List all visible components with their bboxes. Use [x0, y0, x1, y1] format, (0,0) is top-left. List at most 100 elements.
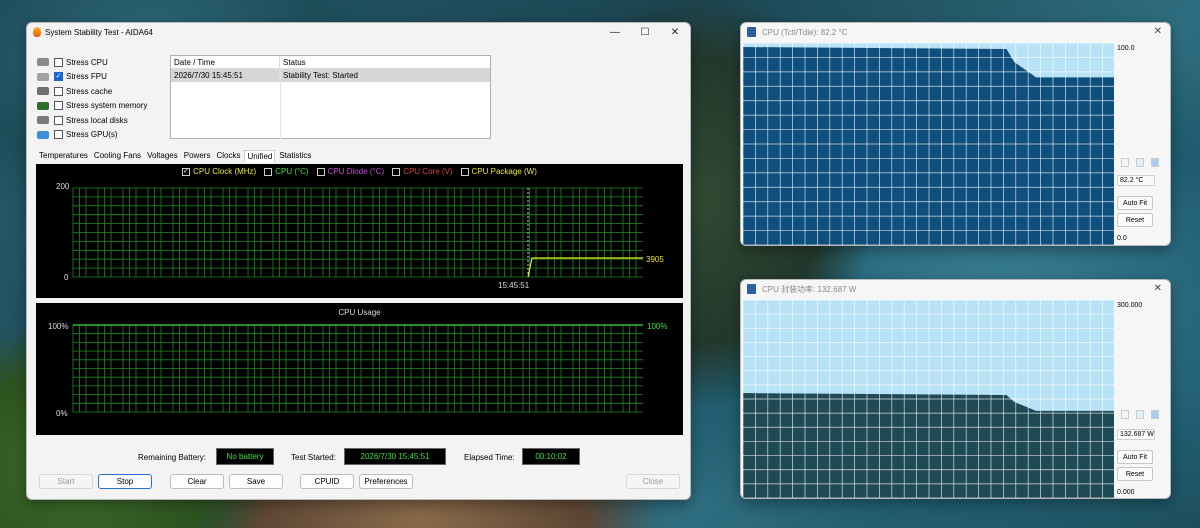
legend-cpu-temp[interactable]: CPU (°C) — [264, 167, 309, 176]
tab-cooling-fans[interactable]: Cooling Fans — [92, 150, 143, 162]
legend-cpu-clock[interactable]: ✓ CPU Clock (MHz) — [182, 167, 256, 176]
maximize-button[interactable]: ☐ — [630, 23, 660, 41]
power-current-value: 132.687 W — [1117, 429, 1155, 440]
log-header: Date / Time Status — [171, 56, 490, 69]
tab-voltages[interactable]: Voltages — [145, 150, 180, 162]
stress-fpu-label: Stress FPU — [66, 72, 107, 82]
clear-button[interactable]: Clear — [170, 474, 224, 489]
cpu-temperature-window: CPU (Tctl/Tdie): 82.2 °C ✕ 100.0 82.2 °C… — [740, 22, 1171, 246]
start-button[interactable]: Start — [39, 474, 93, 489]
elapsed-time-label: Elapsed Time: — [464, 453, 515, 462]
stress-memory-option[interactable]: Stress system memory — [37, 99, 147, 114]
close-button[interactable]: Close — [626, 474, 680, 489]
stress-memory-checkbox[interactable] — [54, 101, 63, 111]
window-title: System Stability Test - AIDA64 — [45, 27, 153, 37]
temp-reset-button[interactable]: Reset — [1117, 213, 1153, 227]
stress-options: Stress CPU ✓ Stress FPU Stress cache Str… — [37, 55, 147, 142]
cpu-clock-line — [527, 257, 643, 278]
stress-gpu-option[interactable]: Stress GPU(s) — [37, 128, 147, 143]
y-min-label: 0 — [64, 273, 69, 282]
col-datetime-header[interactable]: Date / Time — [171, 56, 280, 68]
legend-checkbox[interactable] — [460, 167, 469, 176]
save-button[interactable]: Save — [229, 474, 283, 489]
log-column-divider — [280, 69, 281, 139]
swatch-light[interactable] — [1136, 158, 1144, 167]
status-bar: Remaining Battery: No battery Test Start… — [27, 448, 690, 468]
power-title-bar[interactable]: CPU 封装功率: 132.687 W ✕ — [741, 280, 1170, 298]
legend-label: CPU Package (W) — [471, 167, 537, 176]
legend-checkbox[interactable] — [264, 167, 273, 176]
tab-temperatures[interactable]: Temperatures — [37, 150, 90, 162]
temp-window-title: CPU (Tctl/Tdie): 82.2 °C — [762, 27, 848, 37]
temp-auto-fit-button[interactable]: Auto Fit — [1117, 196, 1153, 210]
gpu-icon — [37, 130, 49, 139]
legend-label: CPU Diode (°C) — [327, 167, 385, 176]
unified-graph-canvas — [72, 187, 643, 278]
swatch-white[interactable] — [1121, 410, 1129, 419]
minimize-button[interactable]: — — [600, 23, 630, 41]
stress-fpu-option[interactable]: ✓ Stress FPU — [37, 70, 147, 85]
power-reset-button[interactable]: Reset — [1117, 467, 1153, 481]
tab-unified[interactable]: Unified — [244, 150, 276, 162]
legend-cpu-package[interactable]: CPU Package (W) — [460, 167, 537, 176]
temp-bottom-value: 0.0 — [1117, 235, 1127, 242]
stress-disks-checkbox[interactable] — [54, 115, 63, 125]
usage-current-value: 100% — [647, 322, 668, 331]
cpu-usage-canvas — [72, 324, 643, 413]
temp-title-bar[interactable]: CPU (Tctl/Tdie): 82.2 °C ✕ — [741, 23, 1170, 41]
stability-test-window: System Stability Test - AIDA64 — ☐ ✕ Str… — [26, 22, 691, 500]
col-status-header[interactable]: Status — [280, 56, 490, 68]
tab-statistics[interactable]: Statistics — [277, 150, 313, 162]
cache-icon — [37, 87, 49, 96]
close-icon[interactable]: ✕ — [1154, 26, 1162, 37]
stress-disks-option[interactable]: Stress local disks — [37, 113, 147, 128]
stress-gpu-checkbox[interactable] — [54, 130, 63, 140]
stress-cache-option[interactable]: Stress cache — [37, 84, 147, 99]
graph-tabs: Temperatures Cooling Fans Voltages Power… — [37, 150, 315, 162]
stress-cpu-option[interactable]: Stress CPU — [37, 55, 147, 70]
log-status: Stability Test: Started — [283, 71, 358, 80]
fpu-icon — [37, 72, 49, 81]
log-datetime: 2026/7/30 15:45:51 — [171, 69, 280, 82]
tab-clocks[interactable]: Clocks — [214, 150, 242, 162]
swatch-blue[interactable] — [1151, 158, 1159, 167]
stress-cpu-checkbox[interactable] — [54, 57, 63, 67]
event-log[interactable]: Date / Time Status 2026/7/30 15:45:51 St… — [170, 55, 491, 139]
hwinfo-icon — [747, 27, 756, 37]
preferences-button[interactable]: Preferences — [359, 474, 413, 489]
swatch-light[interactable] — [1136, 410, 1144, 419]
swatch-blue[interactable] — [1151, 410, 1159, 419]
stress-cache-label: Stress cache — [66, 86, 113, 96]
battery-label: Remaining Battery: — [138, 453, 207, 462]
elapsed-time-value: 00:10:02 — [522, 448, 580, 465]
stress-cpu-label: Stress CPU — [66, 57, 108, 67]
log-row[interactable]: 2026/7/30 15:45:51 Stability Test: Start… — [171, 69, 490, 82]
close-icon[interactable]: ✕ — [1154, 283, 1162, 294]
legend-checkbox[interactable] — [392, 167, 401, 176]
stress-cache-checkbox[interactable] — [54, 86, 63, 96]
stop-button[interactable]: Stop — [98, 474, 152, 489]
legend-checkbox[interactable]: ✓ — [182, 167, 191, 176]
legend-cpu-core[interactable]: CPU Core (V) — [392, 167, 453, 176]
power-auto-fit-button[interactable]: Auto Fit — [1117, 450, 1153, 464]
usage-y-max-label: 100% — [48, 322, 69, 331]
legend-cpu-diode[interactable]: CPU Diode (°C) — [316, 167, 385, 176]
close-window-button[interactable]: ✕ — [660, 23, 690, 41]
cpu-usage-graph: CPU Usage 100% 0% 100% — [36, 303, 683, 435]
legend-label: CPU Clock (MHz) — [193, 167, 257, 176]
title-bar[interactable]: System Stability Test - AIDA64 — ☐ ✕ — [27, 23, 690, 41]
cpu-power-window: CPU 封装功率: 132.687 W ✕ 300.000 132.687 W … — [740, 279, 1171, 499]
stress-fpu-checkbox[interactable]: ✓ — [54, 72, 63, 82]
disk-icon — [37, 116, 49, 125]
current-clock-value: 3905 — [646, 255, 664, 264]
legend-checkbox[interactable] — [316, 167, 325, 176]
tab-powers[interactable]: Powers — [182, 150, 213, 162]
legend-label: CPU Core (V) — [403, 167, 453, 176]
swatch-white[interactable] — [1121, 158, 1129, 167]
legend-label: CPU (°C) — [275, 167, 309, 176]
memory-icon — [37, 101, 49, 110]
test-started-value: 2026/7/30 15:45:51 — [344, 448, 446, 465]
cpuid-button[interactable]: CPUID — [300, 474, 354, 489]
hwinfo-icon — [747, 284, 756, 294]
graph-legend: ✓ CPU Clock (MHz) CPU (°C) CPU Diode (°C)… — [36, 167, 683, 176]
